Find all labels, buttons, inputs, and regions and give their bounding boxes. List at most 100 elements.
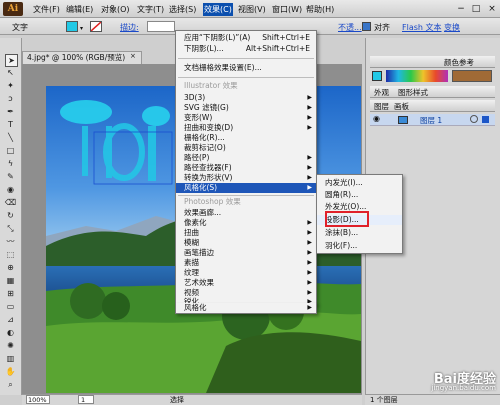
ps-blur-item[interactable]: 模糊 ▶ (176, 238, 316, 248)
effect-path-item[interactable]: 路径(P) ▶ (176, 153, 316, 163)
ps-artistic-item[interactable]: 艺术效果 ▶ (176, 278, 316, 288)
maximize-button[interactable]: □ (470, 3, 482, 15)
menu-file[interactable]: 文件(F) (33, 3, 60, 16)
graphic-styles-tab[interactable]: 图形样式 (398, 87, 428, 98)
color-variation-swatch[interactable] (452, 70, 492, 82)
submenu-arrow-icon: ▶ (307, 174, 312, 181)
effect-distort-transform-label: 扭曲和变换(D) (184, 123, 234, 132)
annotation-highlight-box (325, 211, 369, 227)
artboards-tab[interactable]: 画板 (394, 101, 409, 112)
submenu-arrow-icon: ▶ (307, 94, 312, 101)
stroke-swatch[interactable] (90, 21, 102, 32)
inner-glow-item[interactable]: 内发光(I)... (317, 178, 402, 188)
pen-tool-icon[interactable]: ✒ (3, 106, 18, 118)
warp-tool-icon[interactable]: 〰 (3, 236, 18, 248)
menu-window[interactable]: 窗口(W) (272, 3, 302, 16)
effect-crop-marks-item[interactable]: 裁剪标记(O) (176, 143, 316, 153)
mesh-tool-icon[interactable]: ⊞ (3, 288, 18, 300)
paintbrush-tool-icon[interactable]: ϟ (3, 158, 18, 170)
type-tool-icon[interactable]: T (3, 119, 18, 131)
pencil-tool-icon[interactable]: ✎ (3, 171, 18, 183)
gradient-tool-icon[interactable]: ▭ (3, 301, 18, 313)
ps-pixelate-item[interactable]: 像素化 ▶ (176, 218, 316, 228)
lasso-tool-icon[interactable]: ↄ (3, 93, 18, 105)
effect-stylize-item[interactable]: 风格化(S) ▶ (176, 183, 316, 193)
zoom-tool-icon[interactable]: ⌕ (3, 379, 18, 391)
effect-distort-transform-item[interactable]: 扭曲和变换(D) ▶ (176, 123, 316, 133)
menu-help[interactable]: 帮助(H) (306, 3, 334, 16)
align-label[interactable]: 对齐 (374, 22, 390, 33)
feather-item[interactable]: 羽化(F)... (317, 241, 402, 251)
fill-swatch[interactable] (66, 21, 78, 32)
page-field[interactable]: 1 (78, 395, 94, 404)
ps-texture-item[interactable]: 纹理 ▶ (176, 268, 316, 278)
menu-effect[interactable]: 效果(C) (203, 3, 233, 16)
flash-text-link[interactable]: Flash 文本 (402, 22, 442, 33)
recolor-icon[interactable] (362, 22, 371, 31)
effect-warp-item[interactable]: 变形(W) ▶ (176, 113, 316, 123)
stroke-weight-field[interactable] (147, 21, 175, 32)
zoom-field[interactable]: 100% (26, 395, 50, 404)
last-effect-item[interactable]: 下阴影(L)... Alt+Shift+Ctrl+E (176, 44, 316, 54)
round-corners-item[interactable]: 圆角(R)... (317, 190, 402, 200)
ps-distort-label: 扭曲 (184, 228, 199, 237)
selection-tool-icon[interactable]: ➤ (5, 54, 18, 67)
menu-select[interactable]: 选择(S) (169, 3, 196, 16)
effect-3d-item[interactable]: 3D(3) ▶ (176, 93, 316, 103)
symbol-sprayer-tool-icon[interactable]: ✺ (3, 340, 18, 352)
hand-tool-icon[interactable]: ✋ (3, 366, 18, 378)
menu-type[interactable]: 文字(T) (137, 3, 164, 16)
transform-link[interactable]: 变换 (444, 22, 460, 33)
magic-wand-tool-icon[interactable]: ✦ (3, 80, 18, 92)
blend-tool-icon[interactable]: ◐ (3, 327, 18, 339)
eraser-tool-icon[interactable]: ⌫ (3, 197, 18, 209)
effect-rasterize-item[interactable]: 栅格化(R)... (176, 133, 316, 143)
ps-sketch-item[interactable]: 素描 ▶ (176, 258, 316, 268)
stroke-link[interactable]: 描边: (120, 22, 139, 33)
effect-svg-filter-item[interactable]: SVG 滤镜(G) ▶ (176, 103, 316, 113)
apply-last-effect-item[interactable]: 应用“下阴影(L)”(A) Shift+Ctrl+E (176, 33, 316, 43)
color-fill-swatch[interactable] (372, 71, 382, 81)
ps-brush-strokes-item[interactable]: 画笔描边 ▶ (176, 248, 316, 258)
layer-color-icon (482, 116, 489, 123)
effect-convert-shape-item[interactable]: 转换为形状(V) ▶ (176, 173, 316, 183)
color-guide-tab[interactable]: 颜色参考 (444, 57, 474, 68)
rotate-tool-icon[interactable]: ↻ (3, 210, 18, 222)
free-transform-tool-icon[interactable]: ⬚ (3, 249, 18, 261)
eye-icon[interactable]: ◉ (373, 114, 380, 123)
ps-distort-item[interactable]: 扭曲 ▶ (176, 228, 316, 238)
scale-tool-icon[interactable]: ⤡ (3, 223, 18, 235)
menu-object[interactable]: 对象(O) (101, 3, 130, 16)
submenu-arrow-icon: ▶ (307, 249, 312, 256)
menu-view[interactable]: 视图(V) (238, 3, 266, 16)
eyedropper-tool-icon[interactable]: ⊿ (3, 314, 18, 326)
opacity-link[interactable]: 不透... (338, 22, 362, 33)
layer-target-icon[interactable] (470, 115, 478, 123)
effect-convert-shape-label: 转换为形状(V) (184, 173, 233, 182)
layer-name[interactable]: 图层 1 (420, 115, 442, 126)
effect-pathfinder-item[interactable]: 路径查找器(F) ▶ (176, 163, 316, 173)
menu-edit[interactable]: 编辑(E) (66, 3, 93, 16)
scribble-item[interactable]: 涂抹(B)... (317, 228, 402, 238)
shape-builder-tool-icon[interactable]: ⊕ (3, 262, 18, 274)
ps-stylize-item[interactable]: 风格化 ▶ (176, 303, 316, 313)
blob-brush-tool-icon[interactable]: ◉ (3, 184, 18, 196)
line-tool-icon[interactable]: ╲ (3, 132, 18, 144)
no-stroke-icon (90, 21, 102, 32)
rectangle-tool-icon[interactable]: □ (3, 145, 18, 157)
close-tab-icon[interactable]: × (130, 52, 136, 60)
submenu-arrow-icon: ▶ (307, 229, 312, 236)
minimize-button[interactable]: − (455, 3, 467, 15)
chevron-down-icon[interactable]: ▾ (80, 25, 83, 32)
ps-effect-gallery-item[interactable]: 效果画廊... (176, 208, 316, 218)
layers-tab[interactable]: 图层 (374, 101, 389, 112)
document-tab[interactable]: 4.jpg* @ 100% (RGB/预览) (22, 51, 142, 64)
close-button[interactable]: × (486, 3, 498, 15)
submenu-arrow-icon: ▶ (307, 184, 312, 191)
direct-selection-tool-icon[interactable]: ↖ (3, 67, 18, 79)
appearance-tab[interactable]: 外观 (374, 87, 389, 98)
graph-tool-icon[interactable]: ▥ (3, 353, 18, 365)
perspective-grid-tool-icon[interactable]: ▦ (3, 275, 18, 287)
raster-settings-item[interactable]: 文档栅格效果设置(E)... (176, 63, 316, 73)
color-harmony-strip[interactable] (386, 70, 448, 82)
